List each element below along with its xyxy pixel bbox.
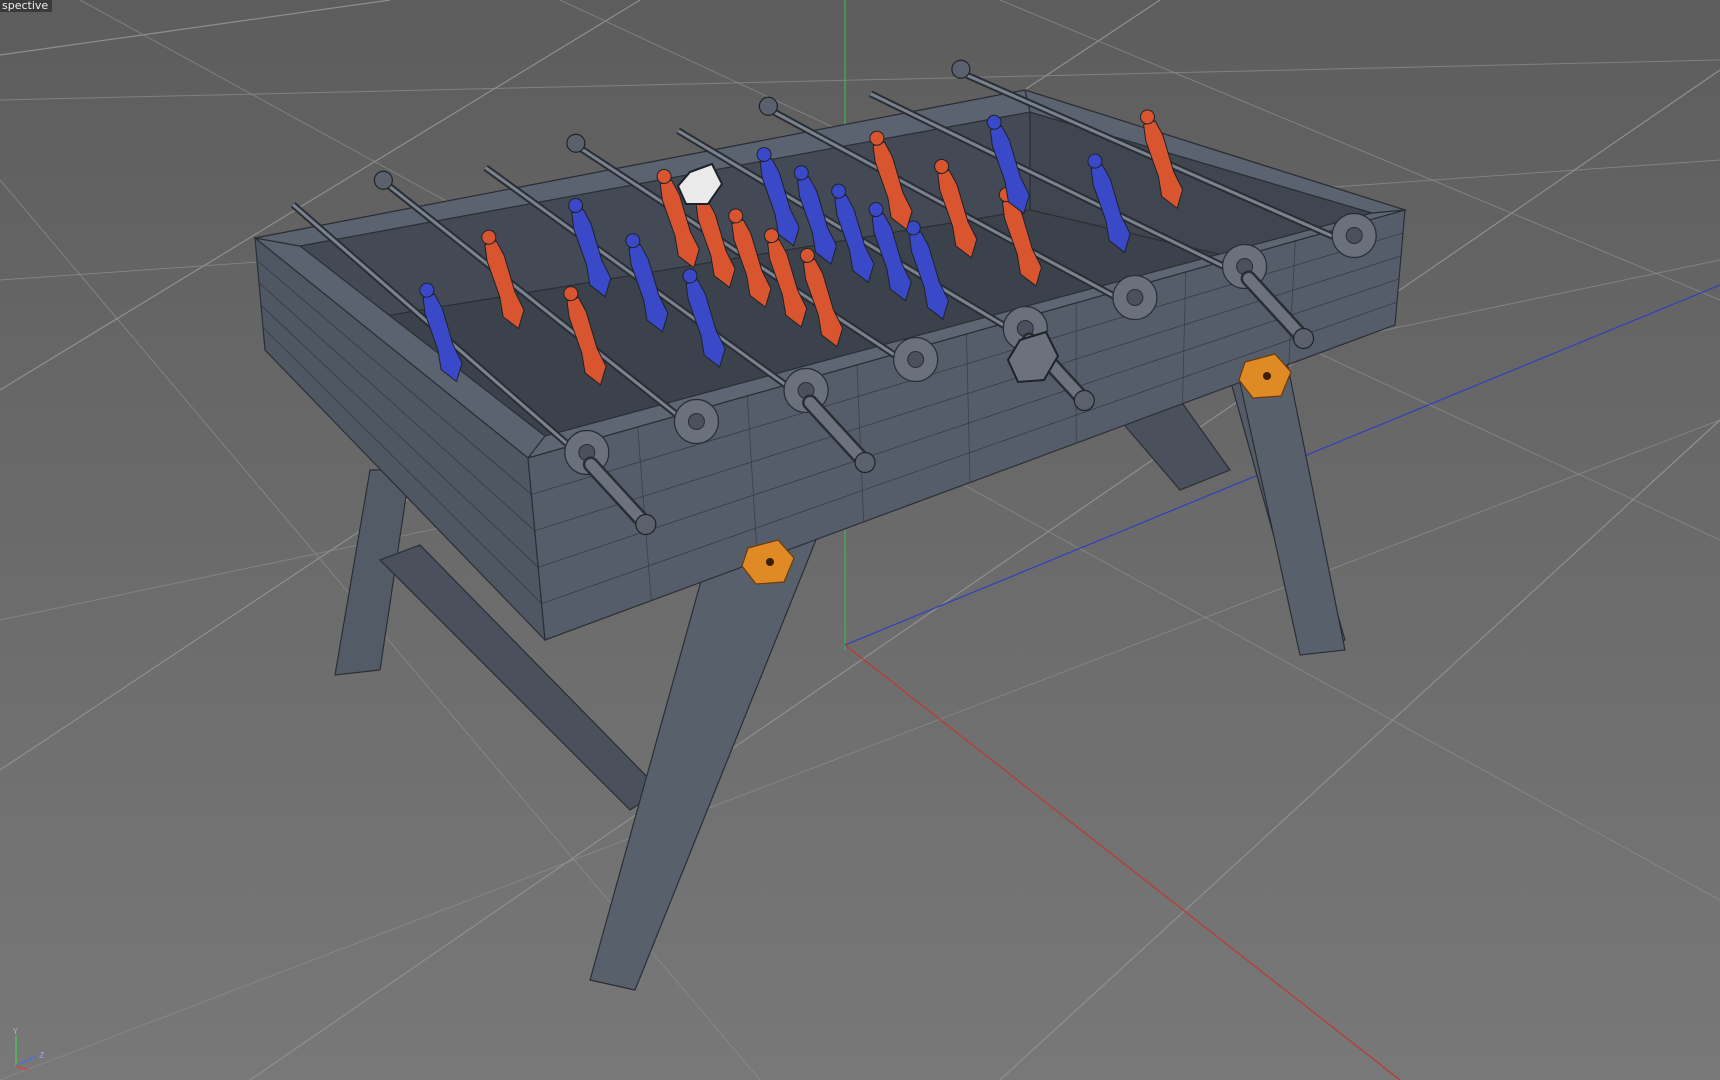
rod-handle-cap (854, 451, 876, 474)
scene-canvas[interactable] (0, 0, 1720, 1080)
back-rod-cap (758, 96, 778, 116)
view-label[interactable]: spective (0, 0, 53, 12)
gizmo-x-axis (15, 1065, 29, 1071)
gizmo-y-label: Y (12, 1027, 18, 1036)
rod-handle-cap (1073, 389, 1095, 412)
rod-bumper-hub (1345, 227, 1363, 244)
axis-gizmo: Y Z (12, 1027, 45, 1071)
rod-handle-cap (1292, 327, 1315, 350)
rod-bumper-hub (687, 413, 705, 430)
orange-clamp-left-bolt (766, 558, 774, 566)
rod-handle-cap (635, 513, 657, 536)
back-rod-cap (373, 170, 393, 190)
rod-bumper-hub (907, 351, 925, 368)
rod-bumper-hub (1126, 289, 1144, 306)
orange-clamp-right-bolt (1263, 372, 1271, 380)
back-rod-cap (566, 133, 586, 153)
gizmo-z-axis (15, 1055, 37, 1067)
3d-viewport[interactable]: spective Y Z (0, 0, 1720, 1080)
gizmo-z-label: Z (39, 1051, 45, 1060)
back-rod-cap (951, 59, 971, 79)
